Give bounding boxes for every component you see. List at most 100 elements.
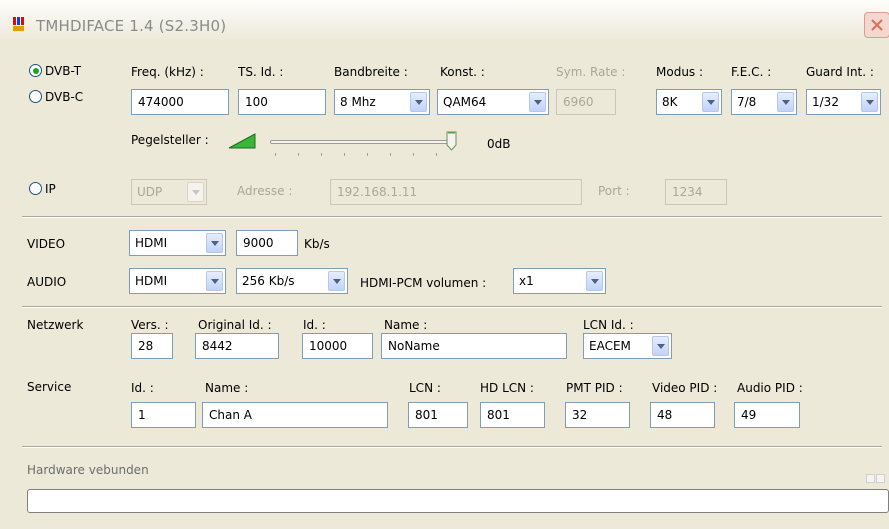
service-id-label: Id. : bbox=[131, 381, 154, 395]
main-window: TMHDIFACE 1.4 (S2.3H0) DVB-T DVB-C Freq.… bbox=[0, 0, 889, 529]
dvb-t-radio[interactable] bbox=[29, 64, 42, 77]
port-label: Port : bbox=[598, 184, 630, 198]
lcn-label: LCN : bbox=[409, 381, 441, 395]
status-indicator bbox=[876, 474, 885, 483]
dvb-c-radio[interactable] bbox=[29, 90, 42, 103]
chevron-down-icon[interactable] bbox=[861, 92, 878, 112]
separator bbox=[22, 306, 882, 308]
slider-tick bbox=[390, 153, 391, 156]
address-input: 192.168.1.11 bbox=[330, 179, 582, 205]
audio-pid-label: Audio PID : bbox=[737, 381, 803, 395]
lcn-id-label: LCN Id. : bbox=[583, 318, 634, 332]
hdmi-pcm-volume-value: x1 bbox=[519, 274, 534, 288]
chevron-down-icon[interactable] bbox=[206, 271, 223, 291]
konst-select[interactable]: QAM64 bbox=[437, 89, 549, 115]
audio-bitrate-value: 256 Kb/s bbox=[242, 274, 295, 288]
progress-bar bbox=[27, 489, 889, 513]
audio-source-select[interactable]: HDMI bbox=[129, 268, 226, 294]
close-button[interactable] bbox=[864, 12, 889, 38]
ip-radio[interactable] bbox=[29, 182, 42, 195]
vers-label: Vers. : bbox=[131, 318, 169, 332]
modus-label: Modus : bbox=[656, 65, 704, 79]
volume-level-icon bbox=[228, 133, 256, 149]
hd-lcn-label: HD LCN : bbox=[480, 381, 534, 395]
freq-label: Freq. (kHz) : bbox=[131, 65, 204, 79]
status-indicator bbox=[866, 474, 875, 483]
video-bitrate-unit: Kb/s bbox=[304, 237, 330, 251]
modus-value: 8K bbox=[662, 95, 678, 109]
network-name-label: Name : bbox=[384, 318, 428, 332]
lcn-id-select[interactable]: EACEM bbox=[583, 333, 672, 359]
slider-tick bbox=[321, 153, 322, 156]
audio-source-value: HDMI bbox=[135, 274, 168, 288]
chevron-down-icon[interactable] bbox=[529, 92, 546, 112]
close-icon bbox=[871, 19, 883, 31]
slider-tick bbox=[436, 153, 437, 156]
netzwerk-label: Netzwerk bbox=[27, 318, 84, 332]
dvb-t-label: DVB-T bbox=[45, 64, 82, 78]
fec-select[interactable]: 7/8 bbox=[731, 89, 797, 115]
bandwidth-select[interactable]: 8 Mhz bbox=[334, 89, 430, 115]
hdmi-pcm-volume-select[interactable]: x1 bbox=[513, 268, 606, 294]
chevron-down-icon[interactable] bbox=[410, 92, 427, 112]
separator bbox=[22, 216, 882, 218]
video-source-select[interactable]: HDMI bbox=[129, 230, 226, 256]
window-title: TMHDIFACE 1.4 (S2.3H0) bbox=[36, 17, 227, 35]
service-id-input[interactable]: 1 bbox=[131, 402, 196, 428]
network-id-input[interactable]: 10000 bbox=[302, 333, 373, 359]
chevron-down-icon[interactable] bbox=[586, 271, 603, 291]
pegel-slider-thumb[interactable] bbox=[446, 131, 457, 151]
konst-label: Konst. : bbox=[440, 65, 485, 79]
modus-select[interactable]: 8K bbox=[656, 89, 722, 115]
lcn-input[interactable]: 801 bbox=[408, 402, 468, 428]
lcn-id-value: EACEM bbox=[589, 339, 631, 353]
ts-id-label: TS. Id. : bbox=[238, 65, 284, 79]
address-label: Adresse : bbox=[237, 184, 293, 198]
ip-protocol-value: UDP bbox=[137, 185, 163, 199]
service-label: Service bbox=[27, 380, 72, 394]
title-bar: TMHDIFACE 1.4 (S2.3H0) bbox=[0, 0, 889, 42]
slider-tick bbox=[275, 153, 276, 156]
chevron-down-icon[interactable] bbox=[328, 271, 345, 291]
slider-tick bbox=[298, 153, 299, 156]
chevron-down-icon[interactable] bbox=[777, 92, 794, 112]
pmt-pid-label: PMT PID : bbox=[566, 381, 623, 395]
audio-pid-input[interactable]: 49 bbox=[734, 402, 800, 428]
chevron-down-icon[interactable] bbox=[702, 92, 719, 112]
slider-tick bbox=[413, 153, 414, 156]
vers-input[interactable]: 28 bbox=[131, 333, 173, 359]
slider-tick bbox=[367, 153, 368, 156]
video-pid-input[interactable]: 48 bbox=[650, 402, 715, 428]
ip-protocol-select: UDP bbox=[131, 179, 207, 205]
video-bitrate-input[interactable]: 9000 bbox=[236, 230, 298, 256]
fec-value: 7/8 bbox=[737, 95, 757, 109]
pegel-value: 0dB bbox=[487, 137, 511, 151]
video-source-value: HDMI bbox=[135, 236, 168, 250]
network-name-input[interactable]: NoName bbox=[381, 333, 567, 359]
hd-lcn-input[interactable]: 801 bbox=[480, 402, 545, 428]
service-name-input[interactable]: Chan A bbox=[202, 402, 388, 428]
chevron-down-icon[interactable] bbox=[652, 336, 669, 356]
ts-id-input[interactable]: 100 bbox=[238, 89, 326, 115]
sym-rate-label: Sym. Rate : bbox=[556, 65, 626, 79]
video-pid-label: Video PID : bbox=[652, 381, 718, 395]
pmt-pid-input[interactable]: 32 bbox=[565, 402, 630, 428]
hdmi-pcm-volume-label: HDMI-PCM volumen : bbox=[360, 276, 487, 290]
pegel-label: Pegelsteller : bbox=[131, 133, 209, 147]
pegel-slider-track[interactable] bbox=[270, 140, 456, 144]
guard-select[interactable]: 1/32 bbox=[806, 89, 881, 115]
chevron-down-icon[interactable] bbox=[206, 233, 223, 253]
fec-label: F.E.C. : bbox=[731, 65, 772, 79]
bandwidth-label: Bandbreite : bbox=[334, 65, 408, 79]
audio-label: AUDIO bbox=[27, 275, 67, 289]
audio-bitrate-select[interactable]: 256 Kb/s bbox=[236, 268, 348, 294]
port-input: 1234 bbox=[665, 179, 727, 205]
video-label: VIDEO bbox=[27, 237, 66, 251]
original-id-label: Original Id. : bbox=[198, 318, 272, 332]
chevron-down-icon bbox=[187, 182, 204, 202]
freq-input[interactable]: 474000 bbox=[131, 89, 229, 115]
konst-value: QAM64 bbox=[443, 95, 487, 109]
original-id-input[interactable]: 8442 bbox=[195, 333, 279, 359]
service-name-label: Name : bbox=[205, 381, 249, 395]
bandwidth-value: 8 Mhz bbox=[340, 95, 376, 109]
